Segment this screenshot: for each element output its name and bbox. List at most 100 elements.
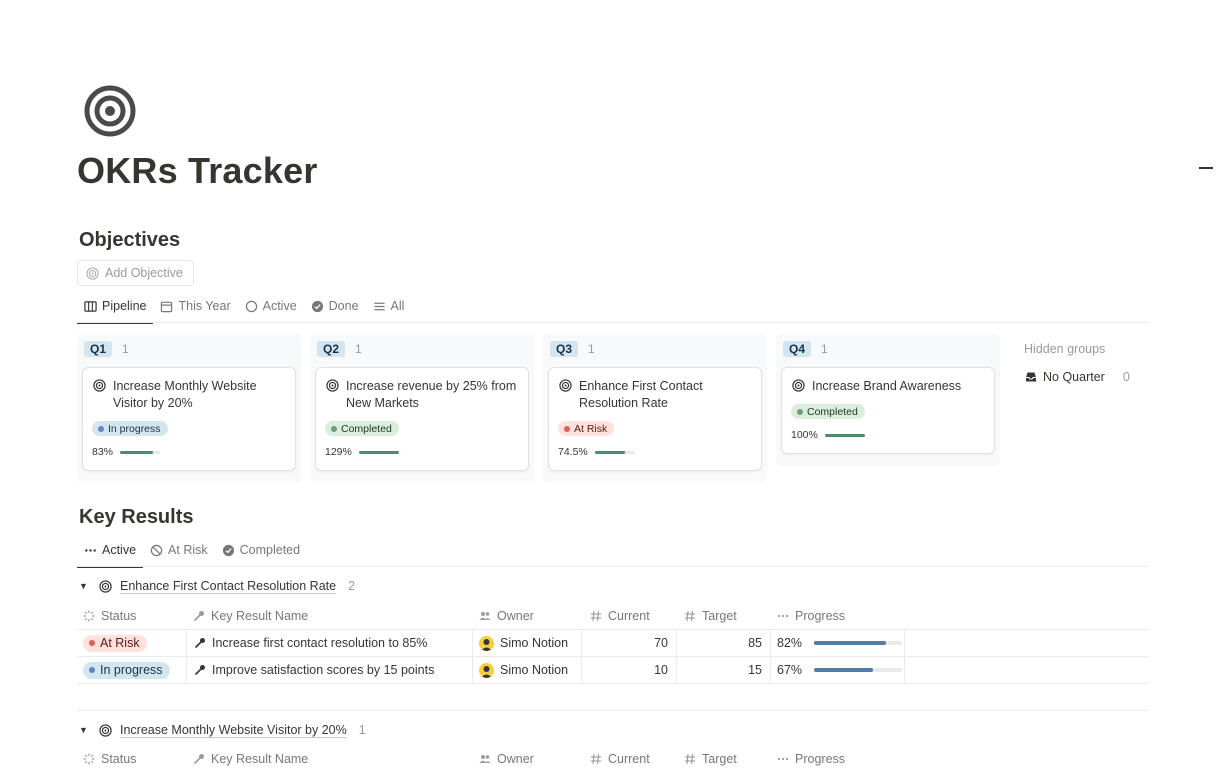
column-header-name[interactable]: Key Result Name (193, 745, 308, 768)
group-header[interactable]: ▼ Increase Monthly Website Visitor by 20… (79, 723, 366, 737)
progress-cell[interactable]: 82% (777, 630, 903, 656)
column-header-target[interactable]: Target (684, 745, 737, 768)
tab-label: All (390, 299, 405, 313)
target-icon (93, 379, 106, 392)
group-divider (77, 710, 1149, 711)
column-header-status[interactable]: Status (83, 602, 136, 630)
check-circle-icon (222, 544, 234, 556)
objective-card[interactable]: Increase Monthly Website Visitor by 20% … (82, 367, 296, 471)
owner-cell[interactable]: Simo Notion (479, 657, 568, 683)
collapse-toggle-icon[interactable]: ▼ (79, 725, 91, 735)
column-header[interactable]: Q4 1 (783, 341, 828, 357)
objective-card[interactable]: Increase revenue by 25% from New Markets… (315, 367, 529, 471)
column-header-name[interactable]: Key Result Name (193, 602, 308, 630)
tab-active[interactable]: Active (77, 537, 144, 568)
quarter-badge: Q2 (317, 341, 346, 357)
objective-progress: 100% (791, 429, 865, 441)
table-divider (77, 683, 1149, 684)
column-header-target[interactable]: Target (684, 602, 737, 630)
progress-cell[interactable]: 67% (777, 657, 903, 683)
board-column-q2: Q2 1 Increase revenue by 25% from New Ma… (310, 333, 534, 483)
column-header[interactable]: Q1 1 (84, 341, 129, 357)
target-cell[interactable]: 85 (677, 630, 770, 656)
column-header-status[interactable]: Status (83, 745, 136, 768)
quarter-badge: Q4 (783, 341, 812, 357)
tab-label: Done (328, 299, 359, 313)
objective-card[interactable]: Enhance First Contact Resolution Rate At… (548, 367, 762, 471)
number-icon (685, 610, 695, 622)
column-header[interactable]: Q2 1 (317, 341, 362, 357)
hidden-group-count: 0 (1122, 370, 1130, 384)
status-cell[interactable]: In progress (83, 657, 170, 683)
inbox-icon (1026, 372, 1036, 382)
column-header[interactable]: Q3 1 (550, 341, 595, 357)
target-icon (326, 379, 339, 392)
key-result-name-cell[interactable]: Improve satisfaction scores by 15 points (194, 657, 434, 683)
column-count: 1 (122, 342, 129, 356)
column-header-current[interactable]: Current (590, 745, 650, 768)
target-icon (99, 579, 112, 593)
column-count: 1 (355, 342, 362, 356)
status-icon (83, 610, 95, 622)
table-header: Status Key Result Name Owner Current Tar… (77, 745, 1149, 768)
tab-pipeline[interactable]: Pipeline (77, 293, 154, 324)
quarter-badge: Q1 (84, 341, 113, 357)
current-cell[interactable]: 10 (582, 657, 676, 683)
column-header-owner[interactable]: Owner (479, 602, 534, 630)
collapse-toggle-icon[interactable]: ▼ (79, 581, 91, 591)
add-objective-button[interactable]: Add Objective (77, 260, 194, 286)
status-badge: Completed (791, 404, 865, 419)
tab-all[interactable]: All (366, 293, 412, 319)
status-badge: In progress (83, 661, 170, 679)
current-cell[interactable]: 70 (582, 630, 676, 656)
tab-this-year[interactable]: This Year (153, 293, 237, 319)
tabs-divider (77, 322, 1149, 323)
objective-card[interactable]: Increase Brand Awareness Completed 100% (781, 367, 995, 454)
check-circle-icon (311, 300, 323, 312)
group-name[interactable]: Increase Monthly Website Visitor by 20% (120, 723, 347, 737)
key-icon (193, 754, 204, 765)
people-icon (479, 755, 491, 763)
prohibited-icon (150, 544, 163, 556)
tab-active[interactable]: Active (238, 293, 304, 319)
board-column-q1: Q1 1 Increase Monthly Website Visitor by… (77, 333, 301, 483)
objective-progress: 83% (92, 446, 161, 458)
key-results-view-tabs: Active At Risk Completed (77, 537, 307, 568)
quarter-badge: Q3 (550, 341, 579, 357)
number-icon (591, 610, 601, 622)
circle-icon (245, 300, 257, 312)
group-header[interactable]: ▼ Enhance First Contact Resolution Rate … (79, 579, 355, 593)
tab-label: Pipeline (102, 299, 147, 313)
key-icon (194, 665, 205, 676)
tab-completed[interactable]: Completed (215, 537, 307, 563)
target-icon (792, 379, 805, 392)
tab-at-risk[interactable]: At Risk (143, 537, 215, 563)
column-header-owner[interactable]: Owner (479, 745, 534, 768)
tab-done[interactable]: Done (304, 293, 366, 319)
status-badge: At Risk (558, 421, 615, 436)
status-cell[interactable]: At Risk (83, 630, 147, 656)
board-column-q3: Q3 1 Enhance First Contact Resolution Ra… (543, 333, 767, 483)
avatar (479, 635, 494, 651)
column-header-current[interactable]: Current (590, 602, 650, 630)
hidden-group-no-quarter[interactable]: No Quarter 0 (1025, 370, 1130, 384)
table-row[interactable]: At Risk Increase first contact resolutio… (77, 629, 1149, 656)
target-icon[interactable] (84, 85, 136, 137)
tab-label: At Risk (168, 543, 208, 557)
dots-icon (777, 614, 789, 618)
owner-cell[interactable]: Simo Notion (479, 630, 568, 656)
group-name[interactable]: Enhance First Contact Resolution Rate (120, 579, 336, 593)
status-badge: In progress (92, 421, 168, 436)
column-header-progress[interactable]: Progress (777, 602, 845, 630)
column-header-progress[interactable]: Progress (777, 745, 845, 768)
table-row[interactable]: In progress Improve satisfaction scores … (77, 656, 1149, 683)
target-icon (99, 723, 112, 737)
dots-icon (85, 548, 96, 552)
key-result-name-cell[interactable]: Increase first contact resolution to 85% (194, 630, 427, 656)
tab-label: Active (102, 543, 137, 557)
outline-toggle-icon[interactable] (1199, 167, 1213, 169)
objective-progress: 129% (325, 446, 399, 458)
table-header: Status Key Result Name Owner Current Tar… (77, 602, 1149, 630)
status-badge: At Risk (83, 634, 147, 652)
target-cell[interactable]: 15 (677, 657, 770, 683)
